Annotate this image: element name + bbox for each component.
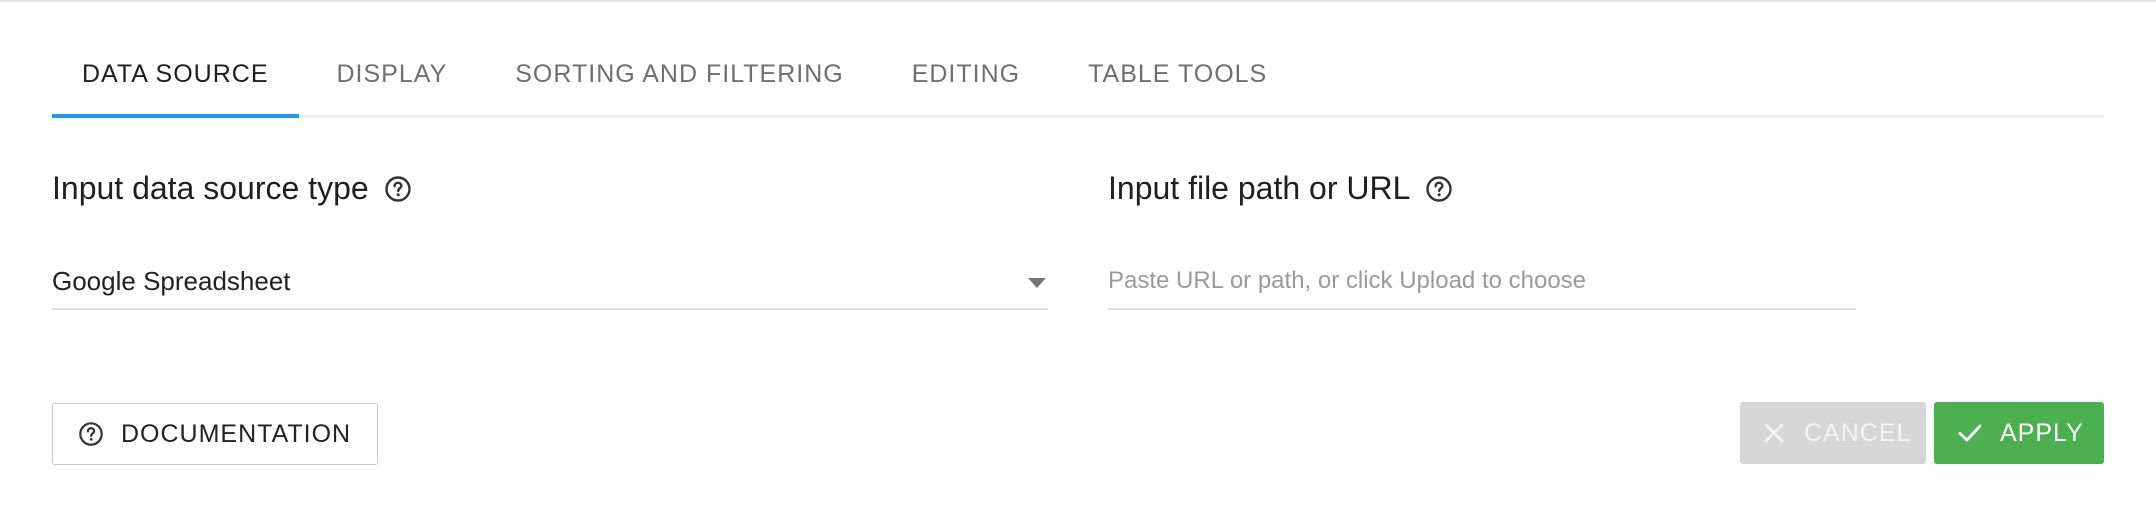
apply-button[interactable]: APPLY: [1934, 402, 2104, 464]
file-path-field[interactable]: [1108, 254, 1856, 310]
source-type-select[interactable]: Google Spreadsheet: [52, 254, 1048, 310]
tab-editing[interactable]: EDITING: [882, 34, 1050, 115]
tab-display[interactable]: DISPLAY: [307, 34, 478, 115]
tab-table-tools[interactable]: TABLE TOOLS: [1058, 34, 1297, 115]
file-path-input[interactable]: [1108, 267, 1856, 295]
tab-bar: DATA SOURCE DISPLAY SORTING AND FILTERIN…: [52, 34, 2104, 118]
file-path-title: Input file path or URL: [1108, 170, 1411, 206]
top-divider: [0, 0, 2156, 2]
tab-sorting-and-filtering[interactable]: SORTING AND FILTERING: [485, 34, 873, 115]
apply-label: APPLY: [2000, 418, 2084, 447]
tab-data-source[interactable]: DATA SOURCE: [52, 34, 299, 118]
documentation-label: DOCUMENTATION: [121, 419, 352, 448]
caret-down-icon[interactable]: [1028, 278, 1046, 288]
source-type-heading: Input data source type: [52, 170, 413, 207]
help-circle-icon: [77, 420, 105, 448]
cancel-label: CANCEL: [1804, 418, 1912, 447]
check-icon: [1956, 419, 1984, 447]
source-type-selected-value: Google Spreadsheet: [52, 265, 291, 296]
documentation-button[interactable]: DOCUMENTATION: [52, 403, 378, 465]
source-type-title: Input data source type: [52, 170, 369, 206]
help-circle-icon[interactable]: [383, 174, 413, 204]
file-path-heading: Input file path or URL: [1108, 170, 1454, 207]
cancel-button[interactable]: CANCEL: [1740, 402, 1926, 464]
close-icon: [1760, 419, 1788, 447]
help-circle-icon[interactable]: [1424, 174, 1454, 204]
